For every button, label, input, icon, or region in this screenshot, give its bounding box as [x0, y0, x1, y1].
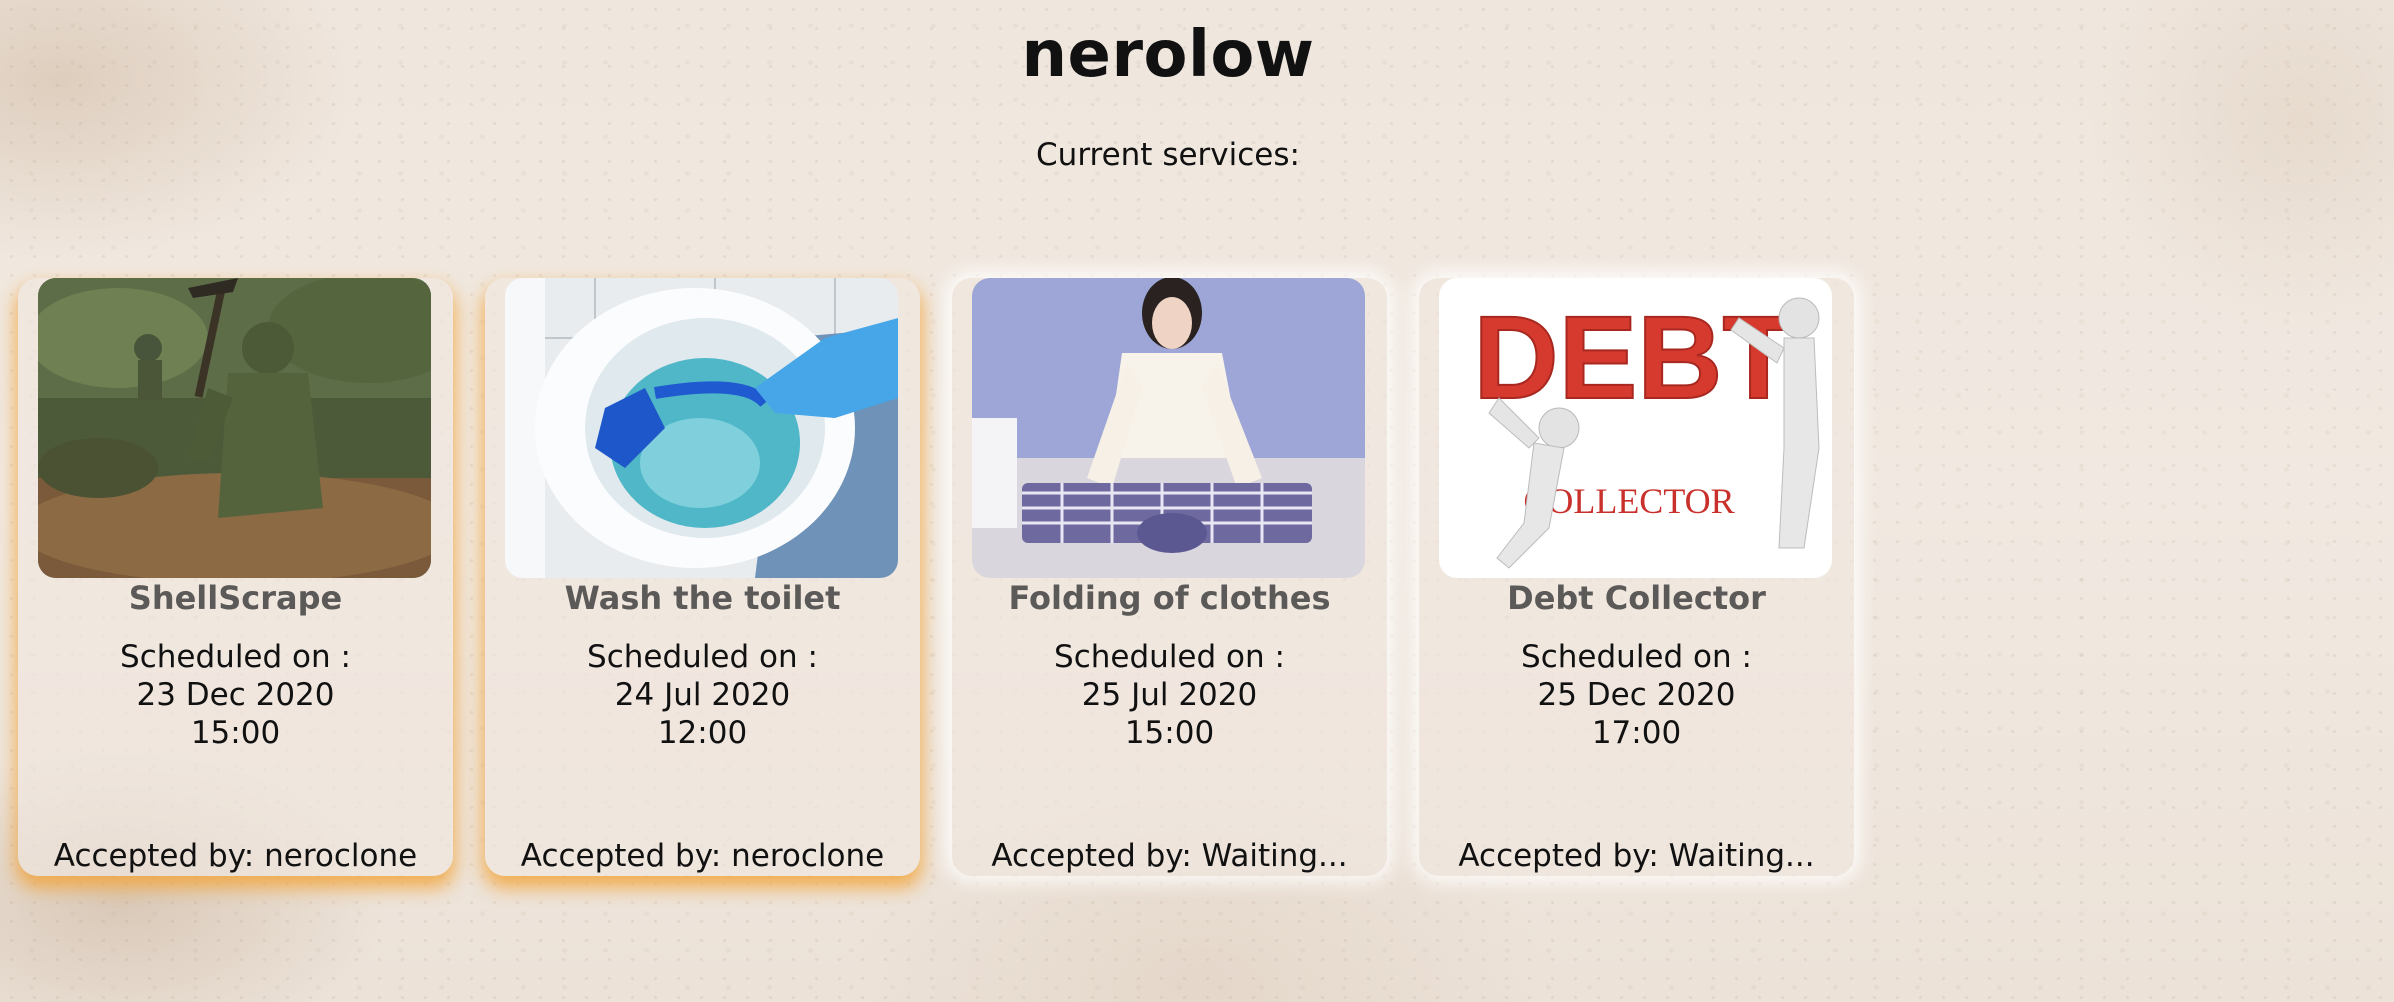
service-card-list: ShellScrape Scheduled on : 23 Dec 2020 1… [18, 278, 1854, 876]
schedule-block: Scheduled on : 23 Dec 2020 15:00 [18, 638, 453, 752]
folding-clothes-image [972, 278, 1365, 578]
service-card[interactable]: DEBT COLLECTOR Debt Collector Scheduled … [1419, 278, 1854, 876]
page-title: nerolow [1021, 18, 1315, 92]
scheduled-time: 15:00 [1124, 715, 1215, 751]
schedule-block: Scheduled on : 24 Jul 2020 12:00 [485, 638, 920, 752]
debt-big-text: DEBT [1473, 292, 1794, 424]
service-card[interactable]: ShellScrape Scheduled on : 23 Dec 2020 1… [18, 278, 453, 876]
scheduled-time: 12:00 [657, 715, 748, 751]
scheduled-label: Scheduled on : [587, 639, 818, 675]
scheduled-label: Scheduled on : [1054, 639, 1285, 675]
service-card[interactable]: Folding of clothes Scheduled on : 25 Jul… [952, 278, 1387, 876]
page-subtitle: Current services: [1036, 137, 1300, 173]
scheduled-label: Scheduled on : [120, 639, 351, 675]
schedule-block: Scheduled on : 25 Jul 2020 15:00 [952, 638, 1387, 752]
scheduled-time: 15:00 [190, 715, 281, 751]
scheduled-time: 17:00 [1591, 715, 1682, 751]
debt-collector-image: DEBT COLLECTOR [1439, 278, 1832, 578]
scheduled-date: 24 Jul 2020 [614, 677, 791, 713]
service-name: ShellScrape [128, 579, 343, 617]
scheduled-date: 25 Dec 2020 [1537, 677, 1736, 713]
accepted-by-text: Accepted by: neroclone [53, 838, 418, 874]
scheduled-label: Scheduled on : [1521, 639, 1752, 675]
accepted-by-text: Accepted by: neroclone [520, 838, 885, 874]
scheduled-date: 25 Jul 2020 [1081, 677, 1258, 713]
service-card[interactable]: Wash the toilet Scheduled on : 24 Jul 20… [485, 278, 920, 876]
service-name: Wash the toilet [564, 579, 841, 617]
soldier-digging-image [38, 278, 431, 578]
accepted-by-text: Accepted by: Waiting... [1458, 838, 1815, 874]
accepted-by-text: Accepted by: Waiting... [991, 838, 1348, 874]
toilet-brush-image [505, 278, 898, 578]
scheduled-date: 23 Dec 2020 [136, 677, 335, 713]
service-name: Debt Collector [1507, 579, 1766, 617]
schedule-block: Scheduled on : 25 Dec 2020 17:00 [1419, 638, 1854, 752]
service-name: Folding of clothes [1008, 579, 1331, 617]
